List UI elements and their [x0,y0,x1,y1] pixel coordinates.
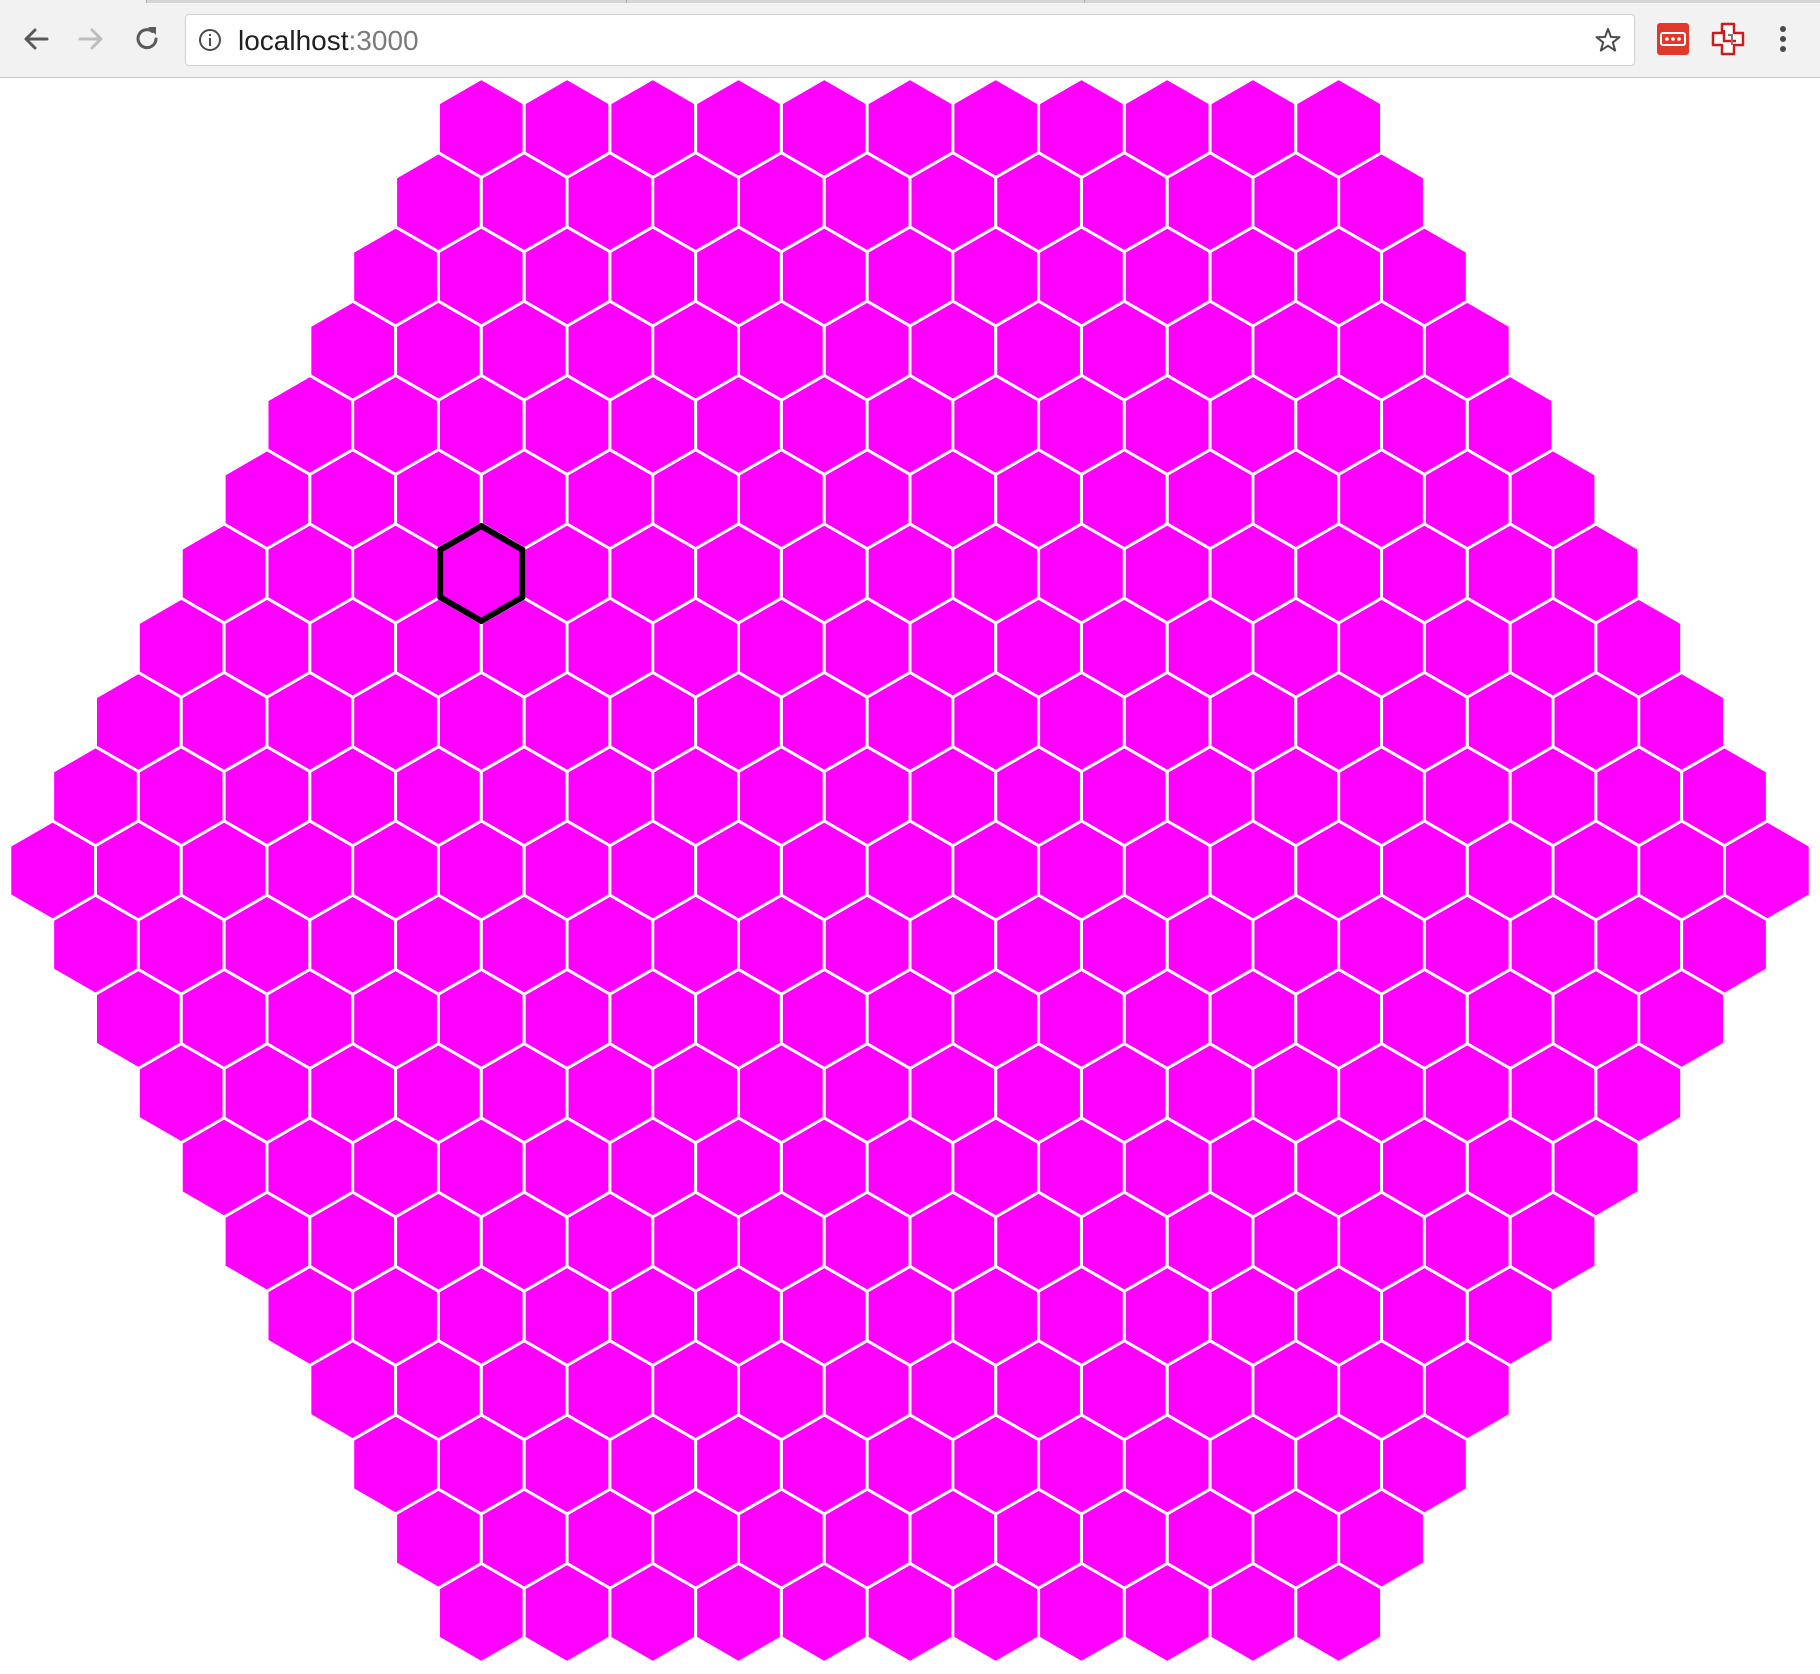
address-url[interactable]: localhost:3000 [238,25,419,57]
tab-strip [0,0,1820,3]
address-bar[interactable]: localhost:3000 [185,14,1635,66]
tab-divider [1084,0,1085,3]
url-host: localhost [238,25,349,56]
back-button[interactable] [16,19,56,59]
arrow-left-icon [24,28,49,50]
vertical-ellipsis-icon [1780,26,1786,52]
reload-icon [136,27,158,50]
info-circle-icon[interactable] [198,28,222,52]
url-port: :3000 [348,25,419,56]
tab-divider [626,0,627,3]
forward-button[interactable] [71,19,111,59]
reload-button[interactable] [127,19,167,59]
password-manager-icon[interactable] [1656,22,1690,56]
clipper-extension-icon[interactable] [1711,22,1745,56]
browser-menu-button[interactable] [1770,22,1796,56]
browser-toolbar: localhost:3000 [0,0,1820,78]
active-tab[interactable] [0,0,146,3]
page-content [0,78,1820,1674]
arrow-right-icon [78,28,103,50]
hex-board [8,78,1812,1665]
tab-divider [146,0,147,3]
star-outline-icon[interactable] [1594,26,1622,54]
